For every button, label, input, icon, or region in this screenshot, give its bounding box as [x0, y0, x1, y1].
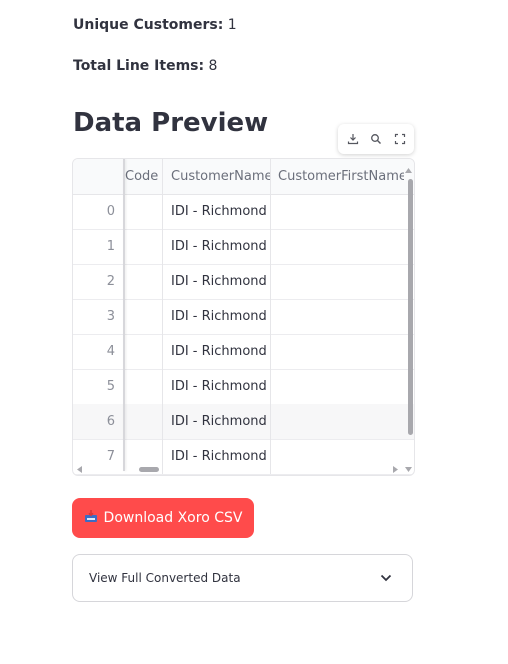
horizontal-scrollbar-thumb[interactable]	[139, 467, 159, 472]
scroll-down-arrow-icon[interactable]	[405, 467, 412, 473]
frozen-column-divider	[123, 159, 125, 471]
column-header-customer-first-name[interactable]: CustomerFirstName	[271, 159, 404, 194]
cell-customer-name[interactable]: IDI - Richmond	[163, 369, 271, 404]
cell-customer-name[interactable]: IDI - Richmond	[163, 334, 271, 369]
row-index: 0	[106, 204, 115, 219]
cell-customer-first-name[interactable]	[271, 439, 404, 474]
total-line-items-value: 8	[208, 58, 218, 74]
row-index: 5	[106, 379, 115, 394]
cell-customer-first-name[interactable]	[271, 194, 404, 229]
scroll-right-arrow-icon[interactable]	[393, 466, 399, 473]
unique-customers-stat: Unique Customers: 1	[73, 17, 237, 33]
cell-customer-name[interactable]: IDI - Richmond	[163, 299, 271, 334]
scroll-left-arrow-icon[interactable]	[76, 466, 82, 473]
expander-label: View Full Converted Data	[89, 571, 241, 585]
row-index: 2	[106, 274, 115, 289]
dataframe-toolbar	[338, 124, 414, 154]
cell-customer-name[interactable]: IDI - Richmond	[163, 229, 271, 264]
column-header-code[interactable]: Code	[123, 159, 163, 194]
fullscreen-icon[interactable]	[391, 130, 409, 148]
data-preview-table[interactable]: Code CustomerName CustomerFirstName 0 IDI…	[72, 158, 415, 476]
cell-code[interactable]	[123, 194, 163, 229]
cell-customer-name[interactable]: IDI - Richmond	[163, 194, 271, 229]
cell-customer-first-name[interactable]	[271, 264, 404, 299]
cell-customer-name[interactable]: IDI - Richmond	[163, 439, 271, 474]
chevron-down-icon	[380, 571, 392, 585]
cell-customer-first-name[interactable]	[271, 369, 404, 404]
download-button-label: Download Xoro CSV	[103, 510, 243, 526]
row-index: 4	[106, 344, 115, 359]
total-line-items-label: Total Line Items:	[73, 58, 205, 74]
inbox-tray-icon	[84, 509, 98, 527]
view-full-data-expander[interactable]: View Full Converted Data	[72, 554, 413, 602]
download-xoro-csv-button[interactable]: Download Xoro CSV	[72, 498, 254, 538]
row-index: 6	[106, 414, 115, 429]
cell-code[interactable]	[123, 299, 163, 334]
cell-customer-first-name[interactable]	[271, 404, 404, 439]
column-header-customer-name[interactable]: CustomerName	[163, 159, 271, 194]
download-icon[interactable]	[344, 130, 362, 148]
cell-customer-first-name[interactable]	[271, 229, 404, 264]
cell-code[interactable]	[123, 369, 163, 404]
row-index: 3	[106, 309, 115, 324]
scroll-up-arrow-icon[interactable]	[405, 167, 412, 173]
vertical-scrollbar-thumb[interactable]	[408, 179, 413, 435]
search-icon[interactable]	[367, 130, 385, 148]
cell-code[interactable]	[123, 229, 163, 264]
row-index: 1	[106, 239, 115, 254]
cell-customer-name[interactable]: IDI - Richmond	[163, 404, 271, 439]
unique-customers-label: Unique Customers:	[73, 17, 224, 33]
cell-code[interactable]	[123, 264, 163, 299]
cell-customer-name[interactable]: IDI - Richmond	[163, 264, 271, 299]
cell-code[interactable]	[123, 404, 163, 439]
section-title: Data Preview	[73, 108, 269, 138]
cell-customer-first-name[interactable]	[271, 299, 404, 334]
total-line-items-stat: Total Line Items: 8	[73, 58, 217, 74]
unique-customers-value: 1	[227, 17, 237, 33]
cell-customer-first-name[interactable]	[271, 334, 404, 369]
cell-code[interactable]	[123, 334, 163, 369]
